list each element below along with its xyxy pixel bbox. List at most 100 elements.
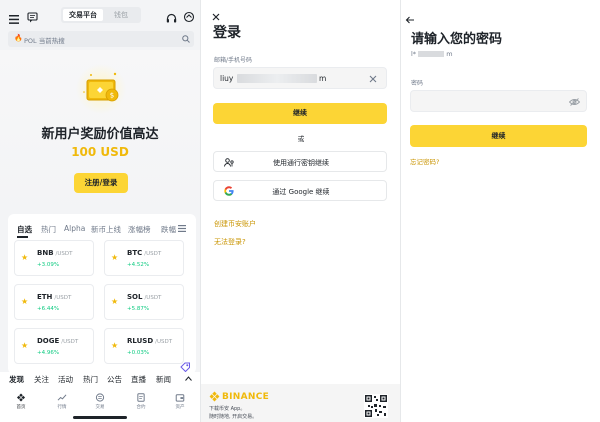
cannot-login-link[interactable]: 无法登录? [214,237,246,247]
brand-wordmark: BINANCE [222,392,270,402]
email-phone-label: 邮箱/手机号码 [214,57,253,64]
search-placeholder: POL 当前热搜 [24,37,65,45]
qr-code [364,394,388,418]
coin-symbol: DOGE/USDT [37,337,79,345]
feed-tab-events[interactable]: 活动 [58,374,73,385]
google-button[interactable]: 通过 Google 继续 [213,180,387,201]
exchange-wallet-switch: 交易平台 钱包 [61,7,141,23]
chevron-up-icon[interactable] [185,376,192,381]
page-title: 登录 [213,25,241,41]
feed-tab-hot[interactable]: 热门 [83,374,98,385]
binance-logo-icon [209,391,220,402]
continue-button[interactable]: 继续 [410,125,587,147]
tab-wallet[interactable]: 钱包 [103,9,139,21]
market-card: 自选 热门 Alpha 新币上线 涨幅榜 跌幅 ★ BNB/USDT +3.09… [8,214,196,374]
coin-card-doge[interactable]: ★ DOGE/USDT +4.96% [14,328,94,364]
market-tabs: 自选 热门 Alpha 新币上线 涨幅榜 跌幅 [8,224,196,236]
star-icon[interactable]: ★ [111,297,118,306]
star-icon[interactable]: ★ [111,253,118,262]
tabbar-futures[interactable]: 合约 [129,393,153,410]
create-account-link[interactable]: 创建币安账户 [214,219,256,229]
wallet-icon [175,394,185,402]
feed-tab-following[interactable]: 关注 [34,374,49,385]
tab-gainers[interactable]: 涨幅榜 [128,224,151,235]
active-tab-indicator [17,236,28,238]
promo-amount: 100 USD [71,145,129,159]
feed-tab-discover[interactable]: 发现 [9,374,24,385]
coin-card-eth[interactable]: ★ ETH/USDT +6.44% [14,284,94,320]
or-divider: 或 [297,135,305,143]
home-screen: 交易平台 钱包 🔥 POL 当前热搜 $ 新用户奖励价值高达 100 USD 注… [0,0,200,422]
coin-card-bnb[interactable]: ★ BNB/USDT +3.09% [14,240,94,276]
google-label: 通过 Google 继续 [272,188,330,196]
tab-exchange[interactable]: 交易平台 [63,9,103,21]
promo-banner: $ 新用户奖励价值高达 100 USD 注册/登录 [0,50,200,215]
coin-card-sol[interactable]: ★ SOL/USDT +5.87% [104,284,184,320]
password-field[interactable] [410,90,587,112]
coin-symbol: SOL/USDT [127,293,162,301]
search-bar[interactable]: 🔥 POL 当前热搜 [8,31,194,47]
coin-change: +4.52% [127,262,150,268]
binance-logo-icon [16,393,26,402]
download-footer: BINANCE 下载币安 App。 随时随地, 开启交易。 [201,384,400,422]
svg-text:$: $ [110,92,114,100]
redacted-text [418,51,445,57]
account-display: l* m [411,50,453,58]
tab-favorites[interactable]: 自选 [17,224,32,235]
tab-alpha[interactable]: Alpha [64,224,85,233]
notification-icon[interactable] [183,8,195,27]
passkey-button[interactable]: 使用通行密钥继续 [213,151,387,172]
coin-change: +5.87% [127,306,150,312]
menu-icon[interactable] [9,9,19,28]
star-icon[interactable]: ★ [21,341,28,350]
register-login-button[interactable]: 注册/登录 [74,173,128,193]
footer-line2: 随时随地, 开启交易。 [209,414,258,420]
continue-button[interactable]: 继续 [213,103,387,124]
bottom-section: 发现 关注 活动 热门 公告 直播 新闻 首页 行情 交易 合约 资产 [0,372,200,422]
promo-title: 新用户奖励价值高达 [41,127,159,142]
home-indicator [73,416,127,419]
fire-icon: 🔥 [14,34,23,42]
password-label: 密码 [411,80,424,87]
tab-losers[interactable]: 跌幅 [161,224,176,235]
tabbar-trade[interactable]: 交易 [88,393,112,410]
star-icon[interactable]: ★ [111,341,118,350]
login-screen: 登录 邮箱/手机号码 liuy m 继续 或 使用通行密钥继续 通过 Googl… [200,0,400,422]
coin-change: +3.09% [37,262,60,268]
coin-symbol: BTC/USDT [127,249,162,257]
coin-card-rlusd[interactable]: ★ RLUSD/USDT +0.03% [104,328,184,364]
star-icon[interactable]: ★ [21,297,28,306]
coin-symbol: RLUSD/USDT [127,337,173,345]
headset-icon[interactable] [166,9,177,28]
coin-change: +6.44% [37,306,60,312]
search-icon[interactable] [182,35,190,43]
page-title: 请输入您的密码 [411,32,503,47]
feed-tab-live[interactable]: 直播 [131,374,146,385]
footer-line1: 下载币安 App。 [209,406,246,412]
passkey-label: 使用通行密钥继续 [273,159,329,167]
tabbar-home[interactable]: 首页 [9,393,33,410]
tabbar-markets[interactable]: 行情 [50,393,74,410]
tab-new-listings[interactable]: 新币上线 [91,224,121,235]
message-icon[interactable] [27,8,38,27]
redacted-text [237,74,317,83]
coin-change: +4.96% [37,350,60,356]
feed-tab-news[interactable]: 新闻 [156,374,171,385]
gift-voucher-icon: $ [76,64,126,114]
password-screen: 请输入您的密码 l* m 密码 继续 忘记密码? [400,0,600,422]
coin-card-btc[interactable]: ★ BTC/USDT +4.52% [104,240,184,276]
tabbar-assets[interactable]: 资产 [168,393,192,410]
coin-symbol: BNB/USDT [37,249,73,257]
trade-icon [95,393,105,402]
email-phone-field[interactable]: liuy m [213,67,387,89]
feed-tab-announcements[interactable]: 公告 [107,374,122,385]
futures-icon [137,393,145,402]
forgot-password-link[interactable]: 忘记密码? [410,156,439,166]
tab-hot[interactable]: 热门 [41,224,56,235]
star-icon[interactable]: ★ [21,253,28,262]
list-icon[interactable] [178,225,186,232]
eye-off-icon[interactable] [569,98,580,106]
back-arrow-icon[interactable] [405,9,415,28]
clear-icon[interactable] [369,75,377,83]
chart-icon [57,394,67,401]
